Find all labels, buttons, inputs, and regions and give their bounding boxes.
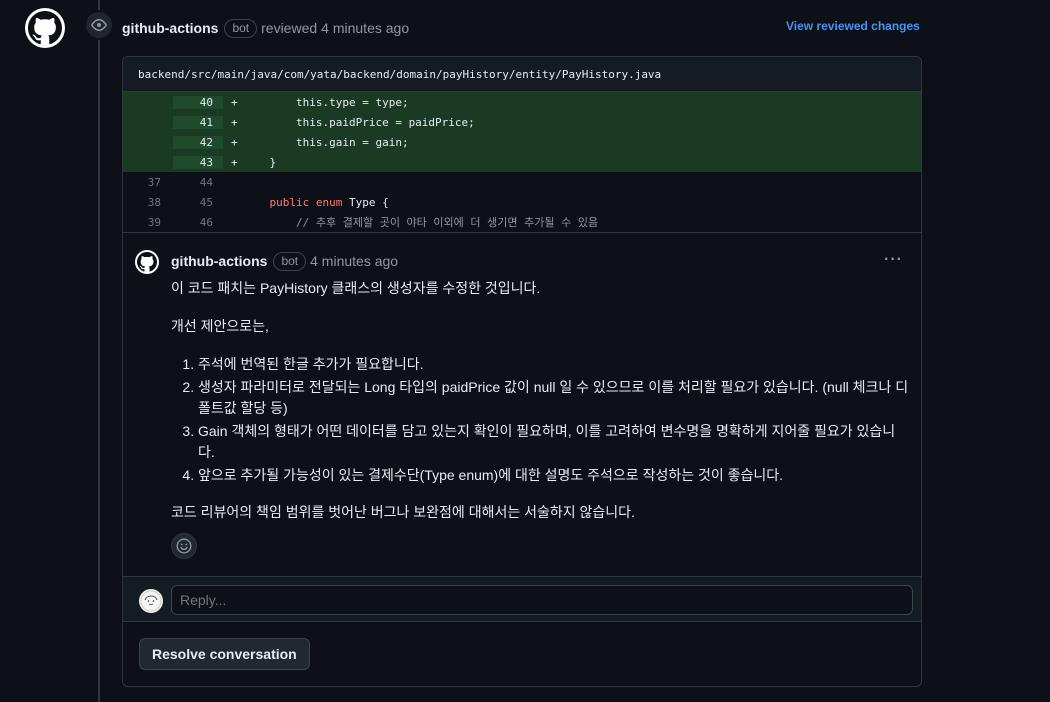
comment-intro: 이 코드 패치는 PayHistory 클래스의 생성자를 수정한 것입니다. [171, 280, 541, 296]
bot-badge: bot [224, 18, 258, 38]
old-line-number: 37 [147, 175, 161, 189]
old-line-number: 39 [147, 215, 161, 229]
new-line-number: 41 [173, 115, 223, 129]
github-actions-avatar[interactable] [25, 8, 65, 48]
comment-body: 이 코드 패치는 PayHistory 클래스의 생성자를 수정한 것입니다. … [171, 278, 911, 540]
current-user-avatar [139, 589, 163, 613]
list-item: 앞으로 추가될 가능성이 있는 결제수단(Type enum)에 대한 설명도 … [198, 465, 911, 486]
comment-author-avatar[interactable] [135, 250, 159, 274]
comment-author-link[interactable]: github-actions [171, 253, 267, 269]
old-line-number: 38 [147, 195, 161, 209]
review-action: reviewed [261, 20, 318, 36]
diff-line: 38 45 public enum Type { [123, 192, 921, 212]
resolve-conversation-button[interactable]: Resolve conversation [139, 638, 310, 670]
diff-marker: + [231, 135, 238, 149]
file-path-header: backend/src/main/java/com/yata/backend/d… [123, 57, 921, 92]
new-line-number: 45 [199, 195, 213, 209]
diff-hunk: 40 + this.type = type; 41 + this.paidPri… [123, 92, 921, 232]
new-line-number: 43 [173, 155, 223, 169]
smiley-icon [176, 538, 192, 554]
review-thread-card: backend/src/main/java/com/yata/backend/d… [122, 56, 922, 687]
user-avatar-icon [140, 590, 162, 612]
review-header: github-actions bot reviewed 4 minutes ag… [122, 18, 409, 38]
code-text: public enum Type { [243, 196, 389, 209]
code-text: this.paidPrice = paidPrice; [243, 115, 475, 129]
code-text: } [243, 155, 277, 169]
diff-line: 41 + this.paidPrice = paidPrice; [123, 112, 921, 132]
view-reviewed-changes-link[interactable]: View reviewed changes [786, 19, 920, 33]
diff-marker: + [231, 115, 238, 129]
add-reaction-button[interactable] [171, 533, 197, 559]
review-comment: github-actions bot 4 minutes ago ··· 이 코… [123, 232, 921, 576]
code-text: // 추후 결제할 곳이 야타 이외에 더 생기면 추가될 수 있음 [243, 214, 598, 230]
github-octocat-icon [137, 252, 157, 272]
new-line-number: 44 [199, 175, 213, 189]
file-path-link[interactable]: backend/src/main/java/com/yata/backend/d… [138, 68, 661, 81]
reply-input[interactable] [171, 585, 913, 615]
diff-line: 37 44 [123, 172, 921, 192]
timeline-line [98, 0, 100, 702]
new-line-number: 40 [173, 95, 223, 109]
diff-marker: + [231, 95, 238, 109]
comment-header: github-actions bot 4 minutes ago [171, 251, 398, 271]
new-line-number: 46 [199, 215, 213, 229]
github-octocat-icon [28, 11, 62, 45]
code-text: this.type = type; [243, 95, 409, 109]
list-item: Gain 객체의 형태가 어떤 데이터를 담고 있는지 확인이 필요하며, 이를… [198, 421, 911, 463]
bot-badge: bot [273, 251, 307, 271]
code-keyword: public enum [269, 195, 343, 209]
list-item: 생성자 파라미터로 전달되는 Long 타입의 paidPrice 값이 nul… [198, 377, 911, 419]
comment-suggest-heading: 개선 제안으로는, [171, 318, 269, 334]
comment-options-kebab-icon[interactable]: ··· [884, 251, 903, 269]
code-text: this.gain = gain; [243, 135, 409, 149]
code-rest: Type { [342, 195, 389, 209]
suggestion-list: 주석에 번역된 한글 추가가 필요합니다. 생성자 파라미터로 전달되는 Lon… [198, 354, 911, 486]
diff-line: 42 + this.gain = gain; [123, 132, 921, 152]
eye-icon [91, 19, 107, 31]
reviewed-eye-badge [84, 10, 114, 40]
review-author-link[interactable]: github-actions [122, 20, 218, 36]
review-time[interactable]: 4 minutes ago [321, 20, 409, 36]
diff-line: 43 + } [123, 152, 921, 172]
code-comment: // 추후 결제할 곳이 야타 이외에 더 생기면 추가될 수 있음 [295, 216, 599, 229]
diff-line: 39 46 // 추후 결제할 곳이 야타 이외에 더 생기면 추가될 수 있음 [123, 212, 921, 232]
new-line-number: 42 [173, 135, 223, 149]
reply-area [123, 576, 921, 622]
list-item: 주석에 번역된 한글 추가가 필요합니다. [198, 354, 911, 375]
comment-outro: 코드 리뷰어의 책임 범위를 벗어난 버그나 보완점에 대해서는 서술하지 않습… [171, 504, 635, 520]
comment-time[interactable]: 4 minutes ago [310, 253, 398, 269]
diff-marker: + [231, 155, 238, 169]
diff-line: 40 + this.type = type; [123, 92, 921, 112]
